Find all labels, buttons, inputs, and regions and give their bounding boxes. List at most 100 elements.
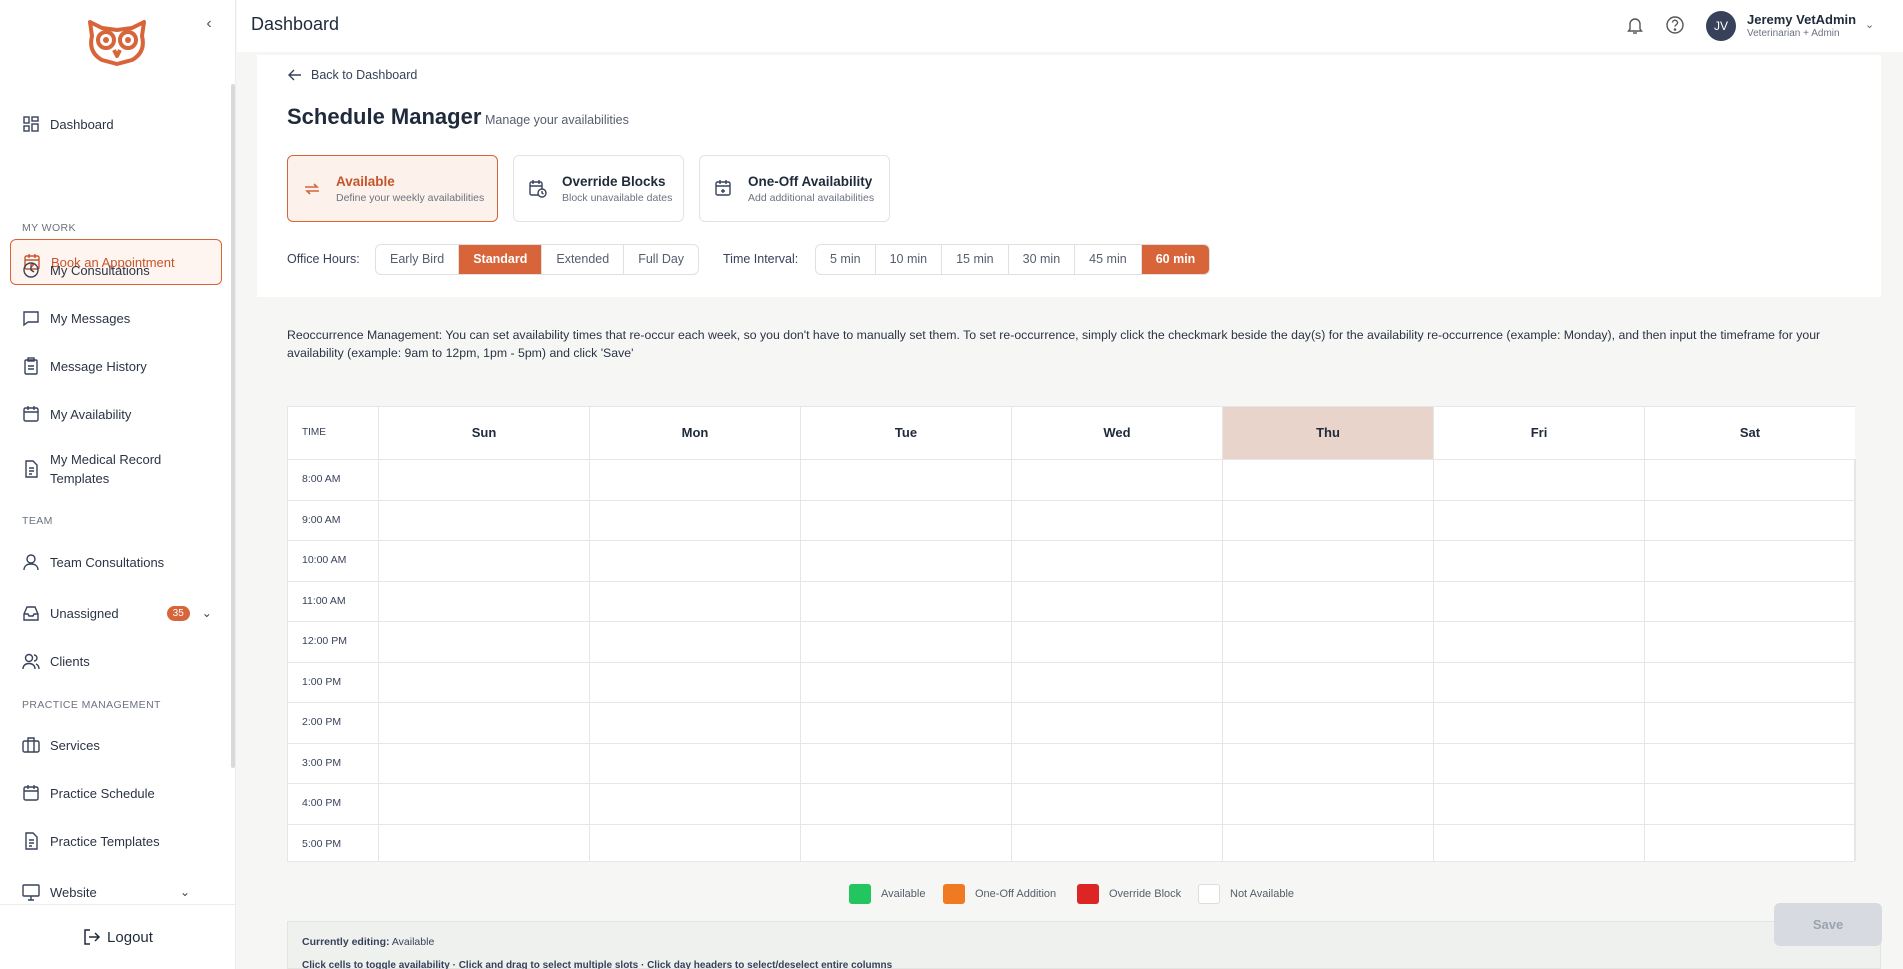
time-slot-cell[interactable] (801, 663, 1011, 702)
interval-45-min[interactable]: 45 min (1075, 245, 1142, 274)
time-slot-cell[interactable] (1012, 784, 1222, 823)
time-slot-cell[interactable] (1223, 501, 1433, 540)
office-hours-early-bird[interactable]: Early Bird (376, 245, 460, 274)
day-header-wed[interactable]: Wed (1011, 407, 1222, 459)
time-slot-cell[interactable] (1434, 703, 1644, 742)
time-slot-cell[interactable] (1645, 541, 1855, 580)
save-button[interactable]: Save (1774, 903, 1882, 946)
time-slot-cell[interactable] (1012, 460, 1222, 499)
chevron-down-icon[interactable]: ⌄ (1865, 18, 1874, 31)
office-hours-standard[interactable]: Standard (459, 245, 543, 274)
bell-icon[interactable] (1625, 15, 1645, 35)
time-slot-cell[interactable] (1434, 784, 1644, 823)
day-header-thu[interactable]: Thu (1222, 407, 1433, 459)
mode-available-tab[interactable]: Available Define your weekly availabilit… (287, 155, 498, 222)
time-slot-cell[interactable] (1434, 501, 1644, 540)
time-slot-cell[interactable] (1012, 501, 1222, 540)
time-slot-cell[interactable] (1012, 663, 1222, 702)
office-hours-full-day[interactable]: Full Day (624, 245, 698, 274)
interval-30-min[interactable]: 30 min (1009, 245, 1076, 274)
time-slot-cell[interactable] (590, 784, 800, 823)
mode-override-blocks-tab[interactable]: Override Blocks Block unavailable dates (513, 155, 684, 222)
interval-60-min[interactable]: 60 min (1141, 245, 1210, 274)
time-slot-cell[interactable] (379, 541, 589, 580)
sidebar-item-practice-schedule[interactable]: Practice Schedule (22, 781, 155, 805)
time-slot-cell[interactable] (1645, 703, 1855, 742)
day-header-sat[interactable]: Sat (1644, 407, 1855, 459)
sidebar-item-my-availability[interactable]: My Availability (22, 402, 131, 426)
office-hours-extended[interactable]: Extended (542, 245, 625, 274)
time-slot-cell[interactable] (590, 825, 800, 864)
sidebar-item-unassigned[interactable]: Unassigned 35 ⌄ (22, 601, 212, 625)
time-slot-cell[interactable] (1223, 703, 1433, 742)
time-slot-cell[interactable] (1223, 744, 1433, 783)
time-slot-cell[interactable] (1645, 460, 1855, 499)
help-icon[interactable] (1665, 15, 1685, 35)
time-slot-cell[interactable] (1645, 784, 1855, 823)
time-slot-cell[interactable] (1645, 501, 1855, 540)
sidebar-item-team-consultations[interactable]: Team Consultations (22, 550, 164, 574)
time-slot-cell[interactable] (801, 744, 1011, 783)
time-slot-cell[interactable] (1645, 582, 1855, 621)
day-header-fri[interactable]: Fri (1433, 407, 1644, 459)
time-slot-cell[interactable] (801, 784, 1011, 823)
time-slot-cell[interactable] (1645, 744, 1855, 783)
avatar[interactable]: JV (1706, 11, 1736, 41)
time-slot-cell[interactable] (1012, 622, 1222, 661)
time-slot-cell[interactable] (590, 622, 800, 661)
time-slot-cell[interactable] (379, 460, 589, 499)
mode-one-off-availability-tab[interactable]: One-Off Availability Add additional avai… (699, 155, 890, 222)
time-slot-cell[interactable] (1645, 825, 1855, 864)
time-slot-cell[interactable] (1223, 663, 1433, 702)
chevron-down-icon[interactable]: ⌄ (180, 885, 190, 899)
time-slot-cell[interactable] (801, 460, 1011, 499)
sidebar-item-practice-templates[interactable]: Practice Templates (22, 829, 160, 853)
back-to-dashboard-link[interactable]: Back to Dashboard (287, 67, 417, 83)
sidebar-item-medical-record-templates[interactable]: My Medical Record Templates (22, 450, 170, 490)
time-slot-cell[interactable] (590, 582, 800, 621)
time-slot-cell[interactable] (379, 825, 589, 864)
time-slot-cell[interactable] (801, 501, 1011, 540)
time-slot-cell[interactable] (801, 703, 1011, 742)
sidebar-item-clients[interactable]: Clients (22, 649, 90, 673)
time-slot-cell[interactable] (1223, 784, 1433, 823)
time-slot-cell[interactable] (1434, 582, 1644, 621)
time-slot-cell[interactable] (1012, 825, 1222, 864)
interval-10-min[interactable]: 10 min (876, 245, 943, 274)
collapse-sidebar-icon[interactable]: ‹ (200, 14, 218, 34)
time-slot-cell[interactable] (590, 744, 800, 783)
owl-logo-icon[interactable] (84, 16, 150, 66)
sidebar-item-website[interactable]: Website ⌄ (22, 880, 190, 904)
time-slot-cell[interactable] (379, 663, 589, 702)
time-slot-cell[interactable] (1223, 825, 1433, 864)
interval-15-min[interactable]: 15 min (942, 245, 1009, 274)
time-slot-cell[interactable] (1645, 663, 1855, 702)
sidebar-item-services[interactable]: Services (22, 733, 100, 757)
chevron-down-icon[interactable]: ⌄ (202, 606, 212, 620)
time-slot-cell[interactable] (1223, 460, 1433, 499)
time-slot-cell[interactable] (379, 501, 589, 540)
time-slot-cell[interactable] (1434, 744, 1644, 783)
time-slot-cell[interactable] (1645, 622, 1855, 661)
interval-5-min[interactable]: 5 min (816, 245, 876, 274)
time-slot-cell[interactable] (801, 825, 1011, 864)
time-slot-cell[interactable] (379, 744, 589, 783)
time-slot-cell[interactable] (1223, 622, 1433, 661)
sidebar-item-my-consultations[interactable]: My Consultations (22, 258, 150, 282)
logout-button[interactable]: Logout (0, 904, 236, 969)
time-slot-cell[interactable] (590, 663, 800, 702)
sidebar-item-message-history[interactable]: Message History (22, 354, 147, 378)
day-header-tue[interactable]: Tue (800, 407, 1011, 459)
sidebar-item-dashboard[interactable]: Dashboard (22, 112, 114, 136)
time-slot-cell[interactable] (801, 541, 1011, 580)
user-name[interactable]: Jeremy VetAdmin (1747, 12, 1856, 27)
sidebar-item-my-messages[interactable]: My Messages (22, 306, 130, 330)
time-slot-cell[interactable] (590, 501, 800, 540)
time-slot-cell[interactable] (379, 582, 589, 621)
day-header-mon[interactable]: Mon (589, 407, 800, 459)
time-slot-cell[interactable] (1434, 825, 1644, 864)
day-header-sun[interactable]: Sun (378, 407, 589, 459)
time-slot-cell[interactable] (1012, 541, 1222, 580)
time-slot-cell[interactable] (1223, 582, 1433, 621)
time-slot-cell[interactable] (801, 582, 1011, 621)
